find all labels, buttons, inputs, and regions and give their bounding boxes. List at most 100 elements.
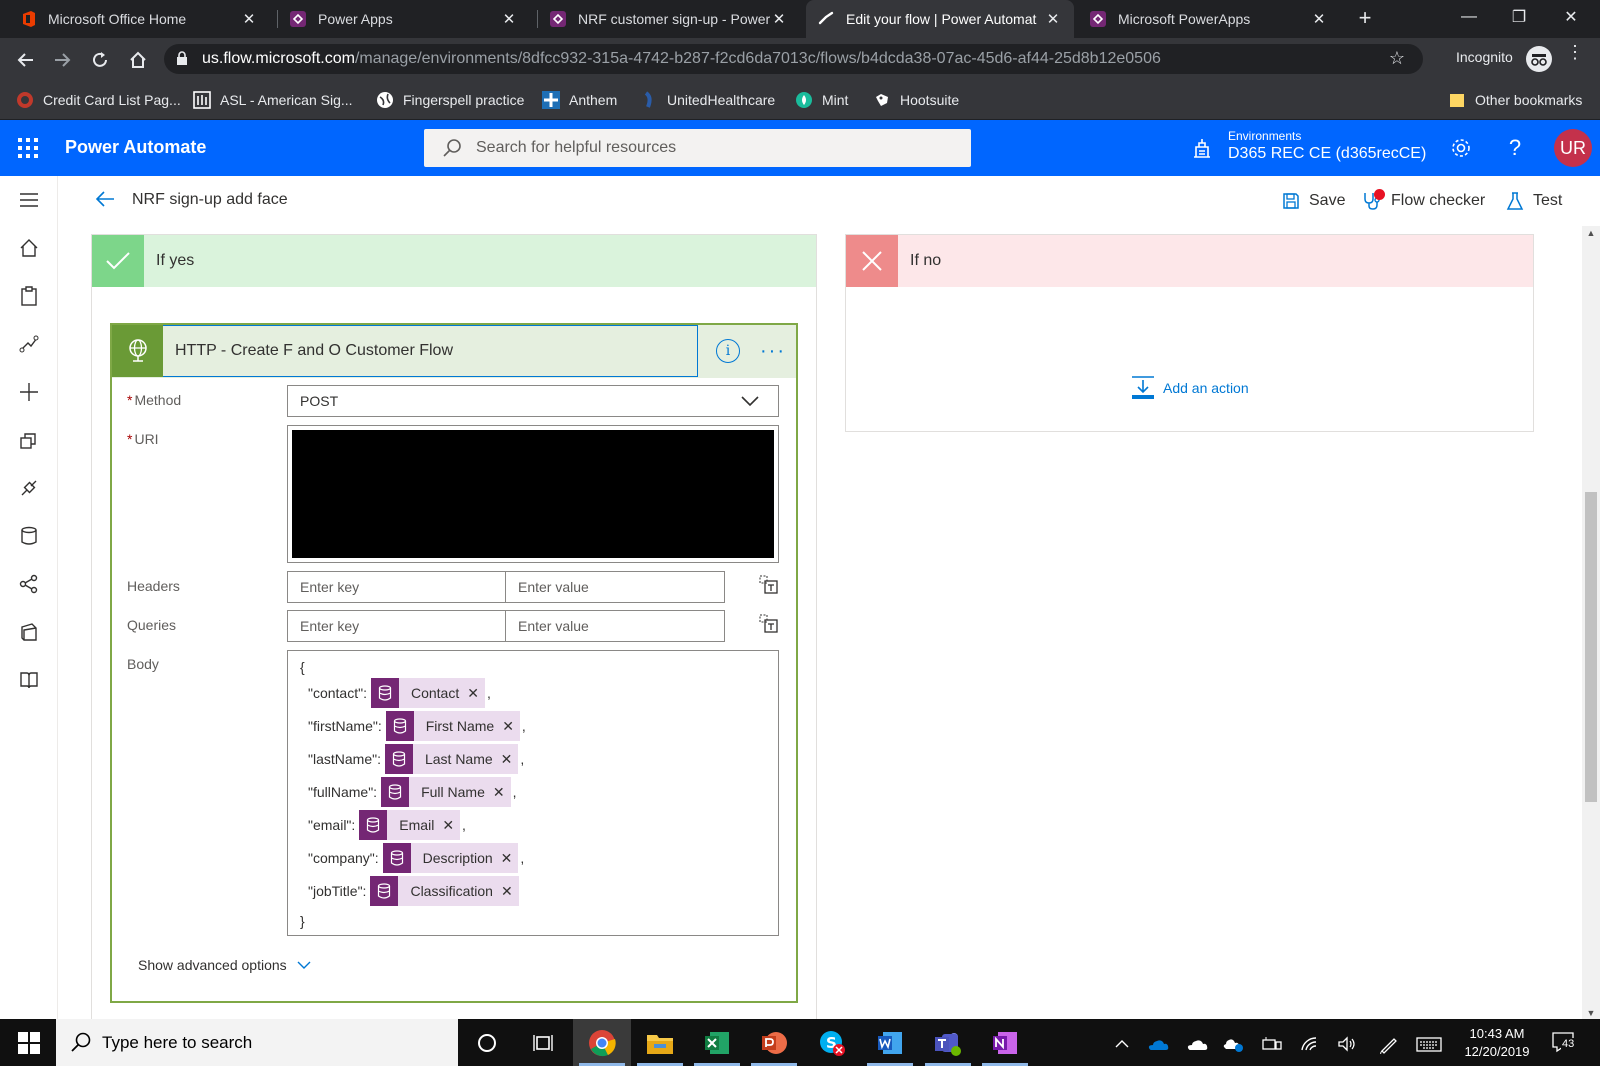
taskbar-teams[interactable]	[919, 1019, 977, 1066]
show-hidden-icons-icon[interactable]	[1111, 1033, 1133, 1055]
volume-icon[interactable]	[1336, 1033, 1358, 1055]
wifi-icon[interactable]	[1299, 1033, 1321, 1055]
action-center-button[interactable]: 43	[1551, 1031, 1576, 1053]
close-icon[interactable]: ✕	[1044, 10, 1062, 28]
browser-tab-microsoft-powerapps[interactable]: Microsoft PowerApps ✕	[1078, 0, 1340, 38]
onedrive-icon[interactable]	[1147, 1033, 1169, 1055]
touch-keyboard-icon[interactable]	[1415, 1033, 1443, 1055]
body-editor[interactable]: { "contact": Contact ✕ , "firstName": Fi…	[287, 650, 779, 936]
close-icon[interactable]: ✕	[1310, 10, 1328, 28]
bookmark-star-icon[interactable]: ☆	[1389, 48, 1405, 69]
header-value-input[interactable]: Enter value	[505, 571, 725, 603]
bookmark-item[interactable]: Mint	[795, 89, 848, 111]
create-icon[interactable]	[17, 380, 41, 404]
query-value-input[interactable]: Enter value	[505, 610, 725, 642]
hamburger-menu-icon[interactable]	[17, 188, 41, 212]
forward-icon[interactable]	[48, 46, 76, 74]
canvas-scrollbar[interactable]: ▲ ▼	[1582, 226, 1600, 1019]
dynamic-content-token[interactable]: First Name ✕	[385, 711, 520, 741]
templates-icon[interactable]	[17, 428, 41, 452]
dynamic-content-token[interactable]: Email ✕	[359, 810, 461, 840]
scrollbar-thumb[interactable]	[1585, 492, 1597, 802]
remove-token-icon[interactable]: ✕	[501, 751, 519, 768]
sync-cloud-icon[interactable]	[1222, 1033, 1244, 1055]
back-icon[interactable]	[12, 46, 40, 74]
save-button[interactable]: Save	[1282, 188, 1345, 214]
bookmark-item[interactable]: Hootsuite	[873, 89, 959, 111]
device-icon[interactable]	[1261, 1033, 1283, 1055]
learn-icon[interactable]	[17, 668, 41, 692]
browser-tab-office[interactable]: Microsoft Office Home ✕	[8, 0, 270, 38]
flow-checker-button[interactable]: Flow checker	[1362, 188, 1485, 214]
close-icon[interactable]: ✕	[770, 10, 788, 28]
switch-to-text-mode-icon[interactable]	[759, 575, 779, 595]
avatar[interactable]: UR	[1554, 129, 1592, 167]
windows-start-icon[interactable]	[18, 1032, 40, 1054]
dynamic-content-token[interactable]: Contact ✕	[370, 678, 485, 708]
browser-menu-icon[interactable]: ⋮	[1566, 43, 1584, 61]
close-icon[interactable]: ✕	[500, 10, 518, 28]
reload-icon[interactable]	[86, 46, 114, 74]
bookmark-item[interactable]: ASL - American Sig...	[193, 89, 353, 111]
dynamic-content-token[interactable]: Full Name ✕	[381, 777, 511, 807]
cortana-icon[interactable]	[472, 1028, 502, 1058]
settings-gear-icon[interactable]	[1447, 134, 1475, 162]
close-icon[interactable]: ✕	[240, 10, 258, 28]
taskbar-powerpoint[interactable]	[745, 1019, 803, 1066]
close-window-icon[interactable]: ✕	[1546, 0, 1596, 34]
taskbar-chrome[interactable]	[573, 1019, 631, 1066]
minimize-window-icon[interactable]: —	[1444, 0, 1494, 34]
remove-token-icon[interactable]: ✕	[442, 817, 460, 834]
address-bar[interactable]: us.flow.microsoft.com /manage/environmen…	[164, 44, 1423, 74]
connectors-icon[interactable]	[17, 476, 41, 500]
switch-to-text-mode-icon[interactable]	[759, 614, 779, 634]
show-advanced-options-link[interactable]: Show advanced options	[138, 957, 311, 973]
taskbar-search-input[interactable]: Type here to search	[56, 1019, 458, 1066]
branch-no-header[interactable]: If no	[846, 235, 1533, 287]
taskbar-onenote[interactable]	[976, 1019, 1034, 1066]
dynamic-content-token[interactable]: Description ✕	[382, 843, 519, 873]
taskbar-word[interactable]	[861, 1019, 919, 1066]
action-title-input[interactable]: HTTP - Create F and O Customer Flow	[163, 325, 698, 377]
bookmark-item[interactable]: Anthem	[542, 89, 617, 111]
dynamic-content-token[interactable]: Classification ✕	[370, 876, 519, 906]
taskbar-clock[interactable]: 10:43 AM 12/20/2019	[1452, 1025, 1542, 1061]
browser-tab-edit-flow[interactable]: Edit your flow | Power Automat ✕	[806, 0, 1074, 38]
remove-token-icon[interactable]: ✕	[493, 784, 511, 801]
remove-token-icon[interactable]: ✕	[502, 718, 520, 735]
data-icon[interactable]	[17, 524, 41, 548]
home-icon[interactable]	[17, 236, 41, 260]
app-launcher-icon[interactable]	[18, 138, 38, 158]
new-tab-button[interactable]: +	[1352, 7, 1378, 31]
query-key-input[interactable]: Enter key	[287, 610, 506, 642]
incognito-icon[interactable]	[1526, 46, 1552, 72]
help-icon[interactable]: ?	[1501, 134, 1529, 162]
dynamic-content-token[interactable]: Last Name ✕	[384, 744, 519, 774]
back-arrow-icon[interactable]	[94, 188, 118, 212]
browser-tab-powerapps[interactable]: Power Apps ✕	[278, 0, 530, 38]
other-bookmarks[interactable]: Other bookmarks	[1448, 89, 1582, 111]
bookmark-item[interactable]: UnitedHealthcare	[640, 89, 775, 111]
ai-builder-icon[interactable]	[17, 572, 41, 596]
uri-input[interactable]	[287, 425, 779, 563]
taskbar-excel[interactable]	[688, 1019, 746, 1066]
onedrive-personal-icon[interactable]	[1186, 1033, 1208, 1055]
environment-selector[interactable]: D365 REC CE (d365recCE)	[1228, 145, 1426, 163]
test-button[interactable]: Test	[1506, 188, 1562, 214]
info-icon[interactable]: i	[716, 339, 740, 363]
more-options-icon[interactable]: ···	[760, 340, 786, 363]
method-dropdown[interactable]: POST	[287, 385, 779, 417]
remove-token-icon[interactable]: ✕	[501, 883, 519, 900]
task-view-icon[interactable]	[528, 1028, 558, 1058]
bookmark-item[interactable]: Credit Card List Pag...	[16, 89, 181, 111]
branch-yes-header[interactable]: If yes	[92, 235, 816, 287]
scroll-down-arrow-icon[interactable]: ▼	[1586, 1008, 1596, 1018]
app-name[interactable]: Power Automate	[65, 137, 206, 158]
action-items-icon[interactable]	[17, 284, 41, 308]
add-an-action-button[interactable]: Add an action	[1131, 375, 1249, 401]
home-icon[interactable]	[124, 46, 152, 74]
bookmark-item[interactable]: Fingerspell practice	[376, 89, 524, 111]
header-key-input[interactable]: Enter key	[287, 571, 506, 603]
browser-tab-nrf-signup[interactable]: NRF customer sign-up - Power ✕	[538, 0, 800, 38]
remove-token-icon[interactable]: ✕	[467, 685, 485, 702]
